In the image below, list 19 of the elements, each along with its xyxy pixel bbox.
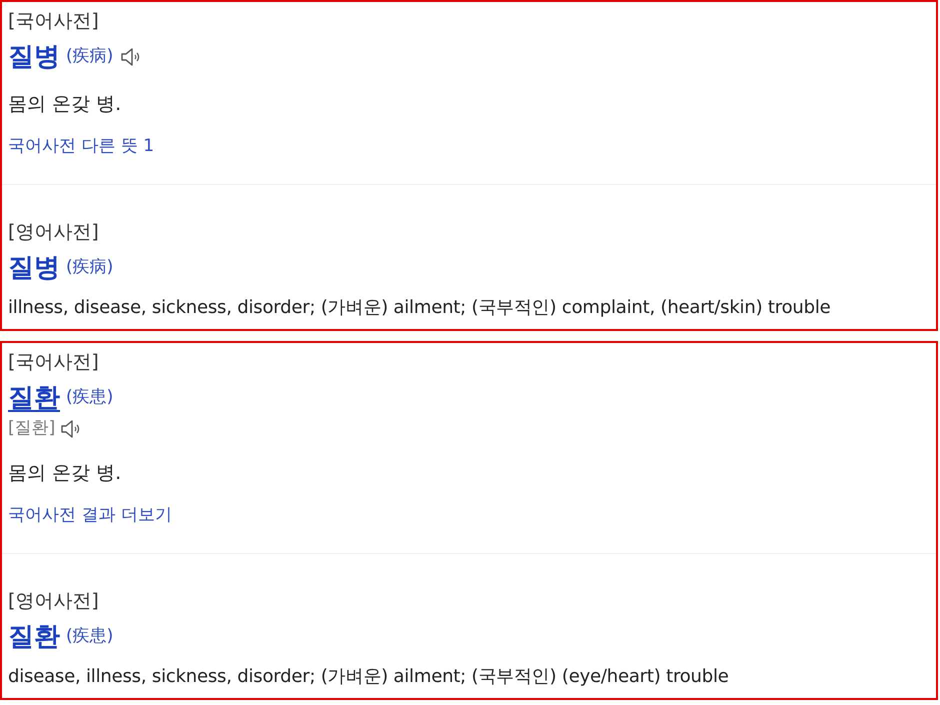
hanja-text: (疾患) xyxy=(66,625,114,648)
dictionary-label: [영어사전] xyxy=(8,589,100,614)
definition-text: illness, disease, sickness, disorder; (가벼운) ailment; (국부적인) complaint, (heart/skin) trouble xyxy=(8,296,832,320)
hanja-text: (疾患) xyxy=(66,386,114,410)
definition-text: 몸의 온갖 병. xyxy=(8,92,122,117)
hanja-text: (疾病) xyxy=(66,45,114,68)
more-link[interactable]: 국어사전 결과 더보기 xyxy=(8,503,930,527)
headword-link[interactable]: 질병 xyxy=(8,41,60,73)
dictionary-label: [국어사전] xyxy=(8,350,100,375)
definition-text: disease, illness, sickness, disorder; (가벼운) ailment; (국부적인) (eye/heart) trouble xyxy=(8,665,730,689)
dictionary-label: [국어사전] xyxy=(8,9,100,34)
dictionary-label: [영어사전] xyxy=(8,220,100,245)
definition-text: 몸의 온갖 병. xyxy=(8,461,122,486)
headword-link[interactable]: 질환 xyxy=(8,382,60,414)
headword-link[interactable]: 질환 xyxy=(8,621,60,653)
hanja-text: (疾病) xyxy=(66,256,114,280)
pronunciation-text: [질환] xyxy=(8,417,56,440)
headword-link[interactable]: 질병 xyxy=(8,252,60,284)
more-link[interactable]: 국어사전 다른 뜻 1 xyxy=(8,134,930,158)
